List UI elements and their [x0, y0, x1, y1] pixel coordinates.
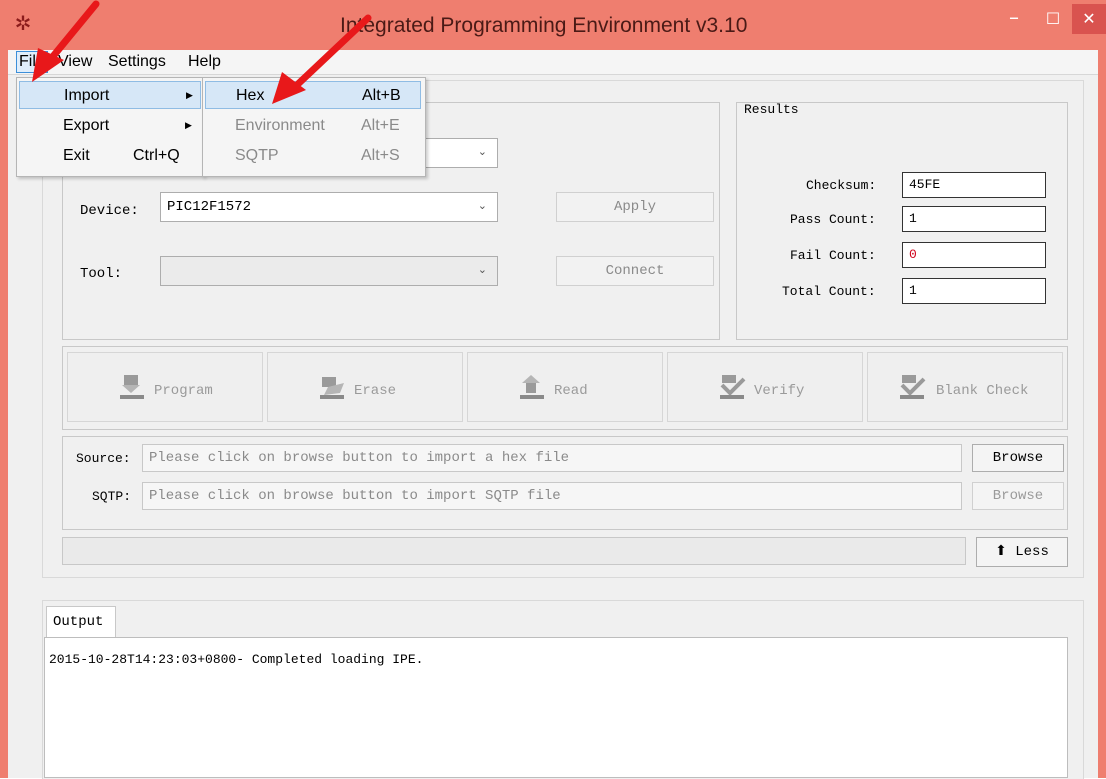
device-select[interactable]: PIC12F1572 ⌄: [160, 192, 498, 222]
checksum-label: Checksum:: [806, 178, 877, 193]
read-label: Read: [554, 383, 588, 399]
total-count-value: 1: [902, 278, 1046, 304]
sqtp-label: SQTP:: [92, 489, 132, 504]
read-button[interactable]: Read: [467, 352, 663, 422]
output-log: 2015-10-28T14:23:03+0800- Completed load…: [44, 637, 1068, 778]
tab-output[interactable]: Output: [46, 606, 116, 638]
verify-label: Verify: [754, 383, 805, 399]
chevron-down-icon: ⌄: [477, 263, 487, 276]
less-button[interactable]: ⬆ Less: [976, 537, 1068, 567]
program-button[interactable]: Program: [67, 352, 263, 422]
chevron-down-icon: ⌄: [477, 199, 487, 212]
log-line: 2015-10-28T14:23:03+0800- Completed load…: [49, 652, 424, 667]
pass-count-value: 1: [902, 206, 1046, 232]
read-icon: [520, 375, 544, 399]
arrow-to-file-menu: [32, 0, 100, 82]
tool-label: Tool:: [80, 266, 123, 282]
blank-check-label: Blank Check: [936, 383, 1029, 399]
source-browse-button[interactable]: Browse: [972, 444, 1064, 472]
arrow-to-hex-item: [272, 14, 372, 104]
blank-check-icon: [900, 375, 926, 399]
source-label: Source:: [76, 451, 131, 466]
sqtp-input[interactable]: Please click on browse button to import …: [142, 482, 962, 510]
device-value: PIC12F1572: [167, 199, 252, 215]
sqtp-browse-button[interactable]: Browse: [972, 482, 1064, 510]
erase-icon: [320, 377, 344, 399]
total-count-label: Total Count:: [782, 284, 876, 299]
annotation-arrows: [32, 0, 372, 104]
pass-count-label: Pass Count:: [790, 212, 876, 227]
verify-button[interactable]: Verify: [667, 352, 863, 422]
erase-button[interactable]: Erase: [267, 352, 463, 422]
program-label: Program: [154, 383, 213, 399]
verify-icon: [720, 375, 746, 399]
tool-select[interactable]: ⌄: [160, 256, 498, 286]
blank-check-button[interactable]: Blank Check: [867, 352, 1063, 422]
apply-button[interactable]: Apply: [556, 192, 714, 222]
progress-bar: [62, 537, 966, 565]
fail-count-label: Fail Count:: [790, 248, 876, 263]
erase-label: Erase: [354, 383, 397, 399]
source-input[interactable]: Please click on browse button to import …: [142, 444, 962, 472]
checksum-value: 45FE: [902, 172, 1046, 198]
connect-button[interactable]: Connect: [556, 256, 714, 286]
fail-count-value: 0: [902, 242, 1046, 268]
device-label: Device:: [80, 203, 139, 219]
program-icon: [120, 375, 144, 399]
